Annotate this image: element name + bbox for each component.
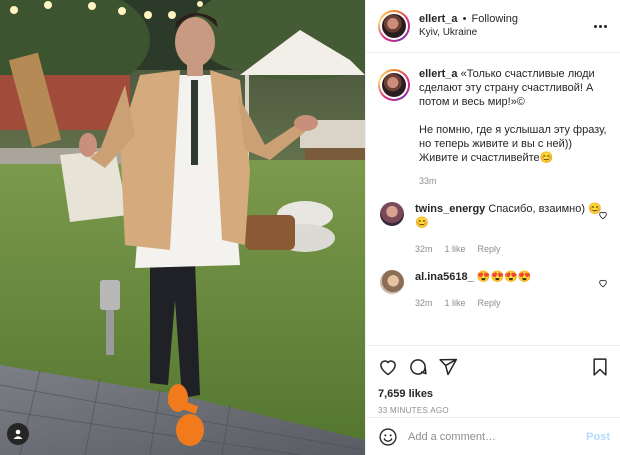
caption-avatar[interactable] (378, 69, 410, 101)
comment-input[interactable] (408, 430, 587, 443)
post-timestamp: 33 MINUTES AGO (378, 406, 449, 415)
comment-username[interactable]: al.ina5618_ (415, 271, 474, 283)
post-dialog: ellert_a • Following Kyiv, Ukraine eller… (0, 0, 620, 455)
heart-icon[interactable] (378, 357, 398, 377)
post-comment-button[interactable]: Post (586, 431, 610, 443)
likes-count[interactable]: 7,659 likes (378, 388, 610, 400)
header-separator: • (462, 13, 467, 25)
post-header: ellert_a • Following Kyiv, Ukraine (366, 0, 620, 53)
comment-reply-button[interactable]: Reply (478, 242, 501, 256)
caption-time: 33m (419, 176, 437, 186)
commenter-avatar[interactable] (380, 270, 404, 294)
post-photo[interactable] (0, 0, 365, 455)
comment-text: 😍😍😍😍 (476, 271, 532, 283)
comment-heart-icon[interactable] (598, 278, 608, 288)
following-button[interactable]: Following (472, 13, 518, 25)
more-options-icon[interactable] (590, 24, 610, 28)
user-tag-icon[interactable] (7, 423, 29, 445)
post-details-panel: ellert_a • Following Kyiv, Ukraine eller… (365, 0, 620, 455)
comment-reply-button[interactable]: Reply (478, 296, 501, 310)
comment-time: 32m (415, 298, 433, 308)
post-location[interactable]: Kyiv, Ukraine (419, 26, 590, 39)
emoji-icon[interactable] (378, 427, 398, 447)
author-avatar[interactable] (378, 10, 410, 42)
comment-item: al.ina5618_ 😍😍😍😍 32m 1 like Reply (378, 270, 608, 310)
comment-likes[interactable]: 1 like (445, 296, 466, 310)
comment-icon[interactable] (408, 357, 428, 377)
comment-item: twins_energy Спасибо, взаимно) 😊😊 32m 1 … (378, 202, 608, 256)
comment-heart-icon[interactable] (598, 210, 608, 220)
comments-list[interactable]: ellert_a «Только счастливые люди сделают… (366, 53, 620, 345)
bookmark-icon[interactable] (590, 357, 610, 377)
comment-username[interactable]: twins_energy (415, 203, 485, 215)
caption-username[interactable]: ellert_a (419, 68, 458, 80)
caption-text: «Только счастливые люди сделают эту стра… (419, 68, 607, 164)
add-comment-bar: Post (366, 417, 620, 455)
share-icon[interactable] (438, 357, 458, 377)
comment-time: 32m (415, 244, 433, 254)
caption: ellert_a «Только счастливые люди сделают… (378, 67, 608, 188)
commenter-avatar[interactable] (380, 202, 404, 226)
comment-likes[interactable]: 1 like (445, 242, 466, 256)
author-username[interactable]: ellert_a (419, 13, 458, 25)
photo-illustration (0, 0, 365, 455)
